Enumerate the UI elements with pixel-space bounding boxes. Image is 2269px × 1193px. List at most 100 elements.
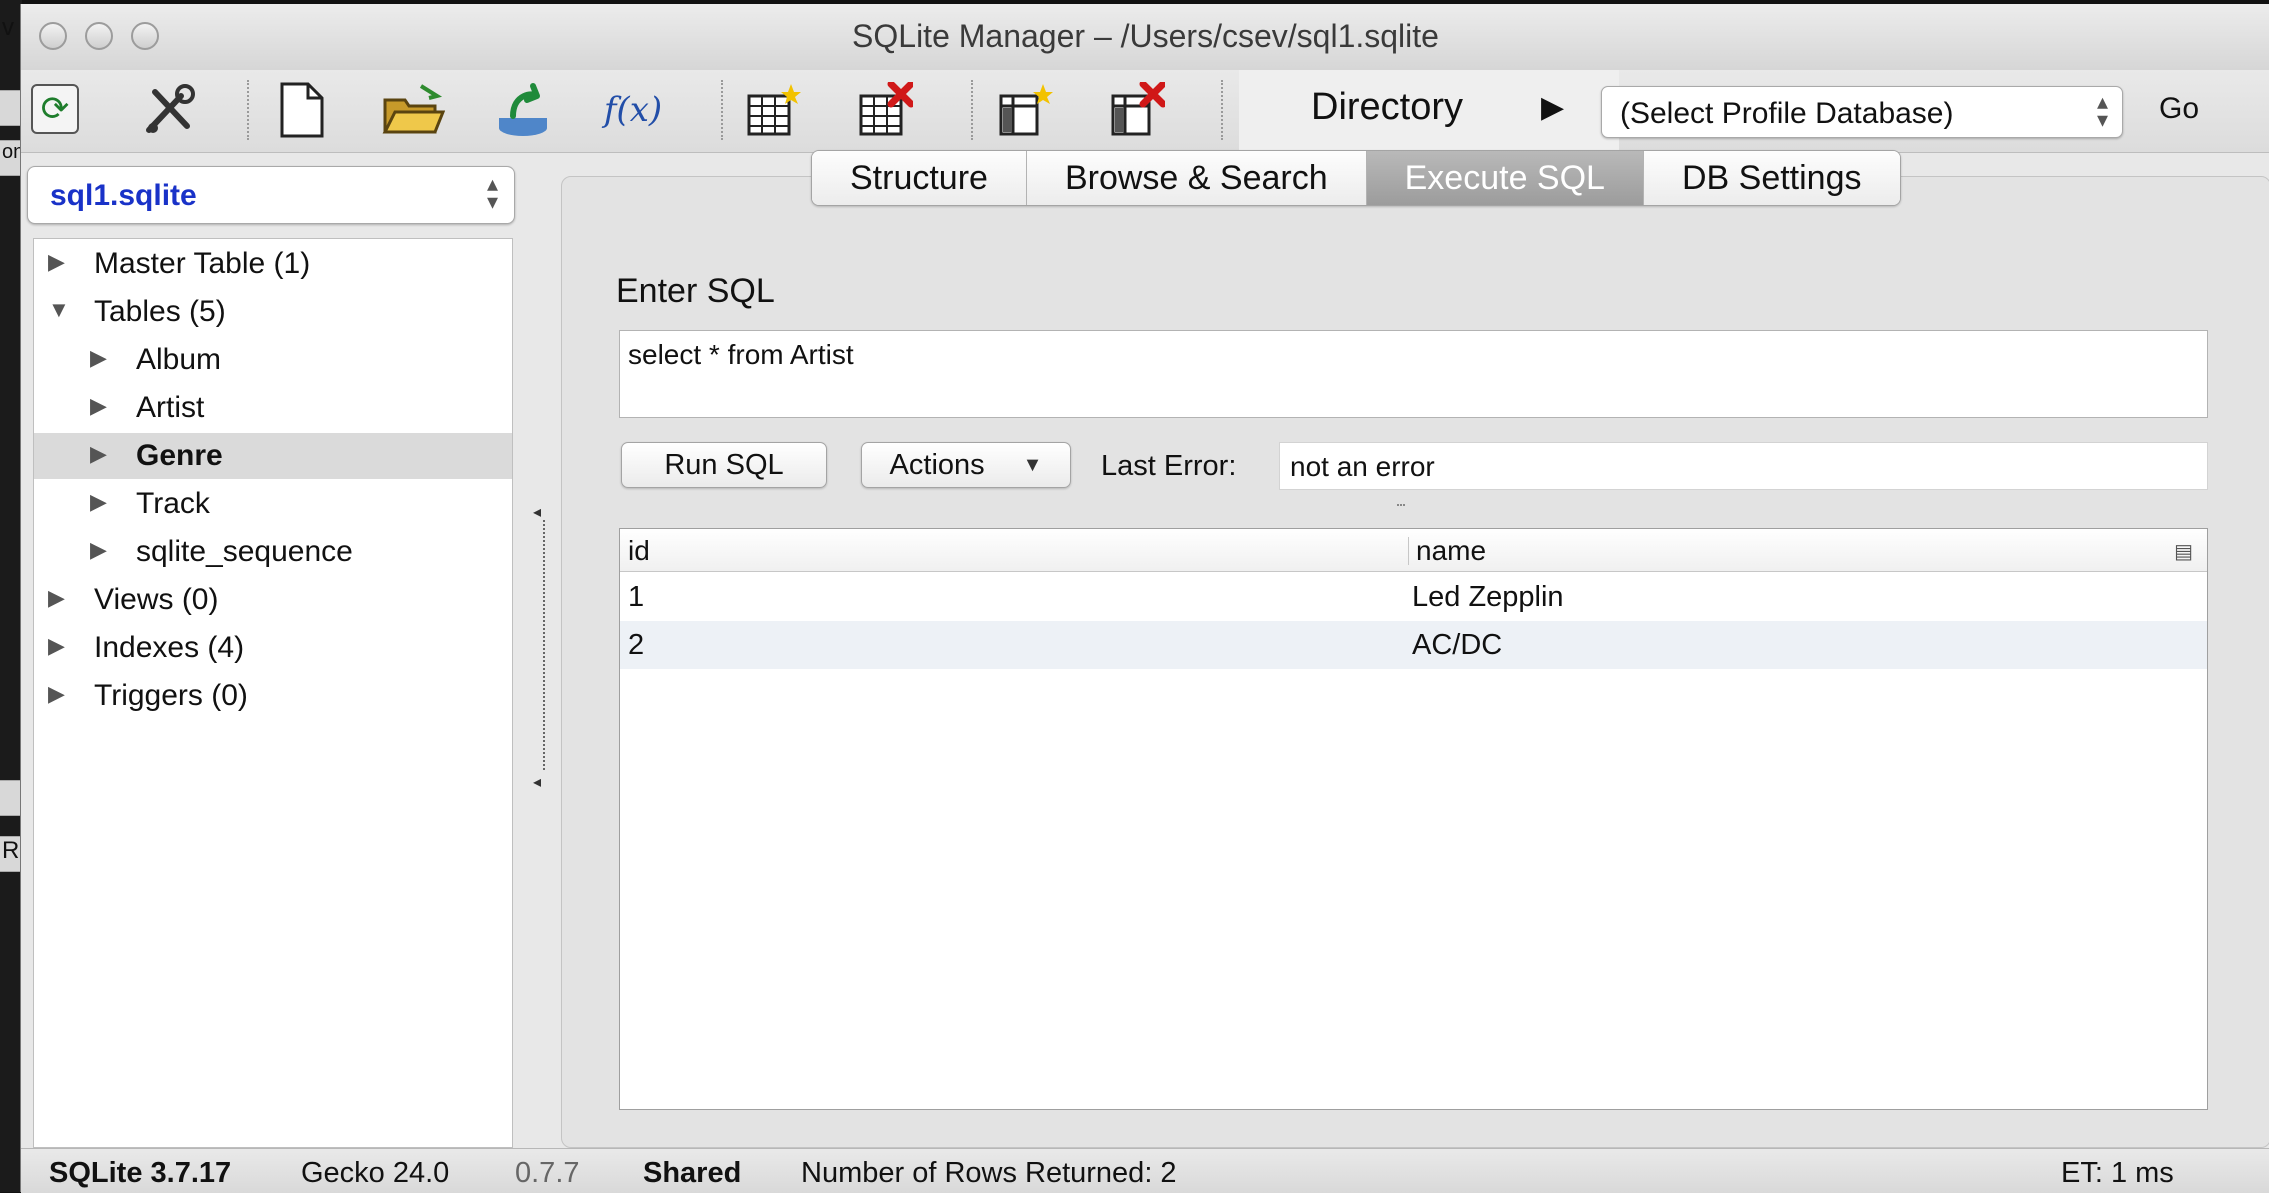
- actions-label: Actions: [889, 448, 985, 481]
- column-header-name[interactable]: name: [1416, 535, 1486, 567]
- updown-arrows-icon: ▴ ▾: [486, 171, 498, 214]
- create-table-icon[interactable]: [737, 76, 809, 144]
- tree-item-label: Genre: [136, 439, 223, 472]
- last-error-label: Last Error:: [1101, 450, 1237, 482]
- sidebar-splitter[interactable]: ◂ ◂: [533, 494, 553, 794]
- database-select-value: sql1.sqlite: [50, 179, 197, 212]
- tree-item-label: Tables (5): [94, 295, 226, 328]
- tree-item-track[interactable]: ▶ Track: [34, 481, 512, 527]
- function-icon[interactable]: f(x): [597, 76, 669, 144]
- drop-table-icon[interactable]: [849, 76, 921, 144]
- updown-arrows-icon: ▴ ▾: [2096, 89, 2108, 132]
- collapse-triangle-icon[interactable]: ▼: [48, 297, 70, 323]
- tab-db-settings[interactable]: DB Settings: [1643, 151, 1900, 205]
- column-header-id[interactable]: id: [628, 535, 650, 567]
- column-picker-icon[interactable]: ▤: [2174, 539, 2193, 564]
- expand-triangle-icon[interactable]: ▶: [48, 249, 65, 275]
- background-strip: [0, 780, 22, 816]
- cell-id: 1: [628, 581, 645, 613]
- export-icon[interactable]: [487, 76, 559, 144]
- new-db-icon[interactable]: [265, 76, 337, 144]
- tab-structure[interactable]: Structure: [812, 151, 1027, 205]
- tree-item-genre[interactable]: ▶ Genre: [34, 433, 512, 479]
- sqlite-version: SQLite 3.7.17: [49, 1157, 232, 1189]
- tree-item-label: Views (0): [94, 583, 219, 616]
- results-table: id name ▤ 1 Led Zepplin 2 AC/DC: [619, 528, 2208, 1110]
- table-row[interactable]: 1 Led Zepplin: [620, 573, 2207, 621]
- expand-triangle-icon[interactable]: ▶: [90, 441, 107, 467]
- background-strip: on: [0, 140, 24, 176]
- reload-icon[interactable]: ⟳: [31, 84, 79, 134]
- gecko-version: Gecko 24.0: [301, 1157, 450, 1189]
- tree-item-label: Artist: [136, 391, 205, 424]
- go-button[interactable]: Go: [2159, 92, 2199, 126]
- tab-execute-sql[interactable]: Execute SQL: [1366, 151, 1644, 205]
- expand-triangle-icon[interactable]: ▶: [48, 633, 65, 659]
- expand-triangle-icon[interactable]: ▶: [48, 681, 65, 707]
- toolbar: ⟳ f(x) Directory ▶ (Select Profile Datab…: [21, 70, 2269, 153]
- run-sql-label: Run SQL: [664, 448, 784, 481]
- enter-sql-label: Enter SQL: [616, 272, 775, 310]
- drop-index-icon[interactable]: [1101, 76, 1173, 144]
- rows-returned: Number of Rows Returned: 2: [801, 1157, 1177, 1189]
- expand-triangle-icon[interactable]: ▶: [90, 393, 107, 419]
- tree-item-album[interactable]: ▶ Album: [34, 337, 512, 383]
- splitter-left-arrow-icon[interactable]: ◂: [533, 772, 541, 792]
- directory-label[interactable]: Directory: [1311, 86, 1463, 129]
- last-error-field: not an error: [1279, 442, 2208, 490]
- shared-indicator: Shared: [643, 1157, 742, 1189]
- sqlite-manager-window: SQLite Manager – /Users/csev/sql1.sqlite…: [20, 4, 2269, 1193]
- database-select[interactable]: sql1.sqlite ▴ ▾: [27, 166, 515, 224]
- extension-version: 0.7.7: [515, 1157, 580, 1189]
- dropdown-caret-icon: ▼: [1022, 453, 1043, 476]
- background-window-edge: v on R: [0, 0, 24, 1192]
- tools-icon[interactable]: [133, 76, 205, 144]
- tree-item-triggers[interactable]: ▶ Triggers (0): [34, 673, 512, 719]
- cell-name: AC/DC: [1412, 629, 1503, 661]
- expand-triangle-icon[interactable]: ▶: [90, 345, 107, 371]
- tree-item-label: Track: [136, 487, 210, 520]
- tab-bar: Structure Browse & Search Execute SQL DB…: [811, 150, 1901, 206]
- create-index-icon[interactable]: [989, 76, 1061, 144]
- run-sql-button[interactable]: Run SQL: [621, 442, 827, 488]
- results-header: id name ▤: [620, 529, 2207, 572]
- cell-name: Led Zepplin: [1412, 581, 1564, 613]
- sql-input[interactable]: select * from Artist: [619, 330, 2208, 418]
- tree-item-label: Indexes (4): [94, 631, 245, 664]
- tree-item-master-table[interactable]: ▶ Master Table (1): [34, 241, 512, 287]
- directory-arrow-icon[interactable]: ▶: [1541, 90, 1564, 125]
- window-title: SQLite Manager – /Users/csev/sql1.sqlite: [852, 18, 1439, 54]
- open-db-icon[interactable]: [377, 76, 449, 144]
- actions-button[interactable]: Actions ▼: [861, 442, 1071, 488]
- tree-item-views[interactable]: ▶ Views (0): [34, 577, 512, 623]
- resize-grip-icon[interactable]: [1397, 504, 1405, 512]
- toolbar-separator: [247, 80, 249, 140]
- background-letter: v: [2, 14, 14, 41]
- tree-item-tables[interactable]: ▼ Tables (5): [34, 289, 512, 335]
- expand-triangle-icon[interactable]: ▶: [48, 585, 65, 611]
- profile-database-select[interactable]: (Select Profile Database) ▴ ▾: [1601, 86, 2123, 138]
- splitter-dots: [543, 520, 545, 770]
- elapsed-time: ET: 1 ms: [2061, 1157, 2174, 1189]
- splitter-left-arrow-icon[interactable]: ◂: [533, 502, 541, 522]
- toolbar-separator: [971, 80, 973, 140]
- background-strip: [0, 90, 22, 126]
- column-divider[interactable]: [1408, 537, 1409, 565]
- tree-item-label: Master Table (1): [94, 247, 311, 280]
- tree-item-indexes[interactable]: ▶ Indexes (4): [34, 625, 512, 671]
- profile-database-value: (Select Profile Database): [1620, 97, 1954, 130]
- title-bar: SQLite Manager – /Users/csev/sql1.sqlite: [21, 4, 2269, 71]
- expand-triangle-icon[interactable]: ▶: [90, 489, 107, 515]
- tab-browse-search[interactable]: Browse & Search: [1026, 151, 1367, 205]
- expand-triangle-icon[interactable]: ▶: [90, 537, 107, 563]
- toolbar-separator: [1221, 80, 1223, 140]
- tree-item-label: Album: [136, 343, 222, 376]
- background-strip: R: [0, 836, 22, 872]
- schema-tree: ▶ Master Table (1) ▼ Tables (5) ▶ Album …: [33, 238, 513, 1148]
- tree-item-label: Triggers (0): [94, 679, 248, 712]
- table-row[interactable]: 2 AC/DC: [620, 621, 2207, 669]
- status-bar: SQLite 3.7.17 Gecko 24.0 0.7.7 Shared Nu…: [21, 1148, 2269, 1193]
- tree-item-sqlite-sequence[interactable]: ▶ sqlite_sequence: [34, 529, 512, 575]
- tree-item-artist[interactable]: ▶ Artist: [34, 385, 512, 431]
- background-letter: R: [2, 837, 20, 864]
